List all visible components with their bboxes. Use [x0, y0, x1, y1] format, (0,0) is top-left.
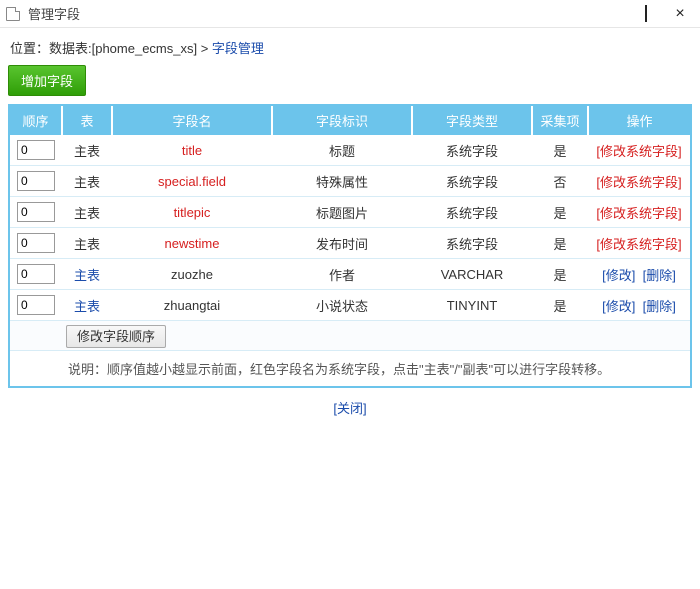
th-order: 顺序: [10, 106, 62, 135]
order-input[interactable]: [17, 295, 55, 315]
row-ops: [修改] [删除]: [588, 259, 690, 290]
add-field-button[interactable]: 增加字段: [8, 65, 86, 96]
order-input[interactable]: [17, 202, 55, 222]
th-name: 字段名: [112, 106, 272, 135]
table-row: 主表 titlepic 标题图片系统字段是 [修改系统字段]: [10, 197, 690, 228]
order-input[interactable]: [17, 233, 55, 253]
th-table: 表: [62, 106, 112, 135]
th-label: 字段标识: [272, 106, 412, 135]
row-collect: 是: [532, 259, 588, 290]
row-field-label: 作者: [272, 259, 412, 290]
row-field-name: special.field: [158, 174, 226, 189]
row-collect: 是: [532, 290, 588, 321]
breadcrumb-current[interactable]: 字段管理: [212, 41, 264, 56]
row-table-label: 主表: [74, 237, 100, 252]
delete-link[interactable]: [删除]: [643, 268, 676, 283]
row-field-name: zhuangtai: [164, 298, 220, 313]
row-table-label[interactable]: 主表: [74, 268, 100, 283]
page-content: 位置：数据表:[phome_ecms_xs] > 字段管理 增加字段 顺序 表 …: [0, 28, 700, 431]
table-row: 主表 special.field 特殊属性系统字段否 [修改系统字段]: [10, 166, 690, 197]
row-table-label: 主表: [74, 175, 100, 190]
window-buttons: ×: [602, 6, 694, 21]
modify-system-field-link[interactable]: [修改系统字段]: [596, 175, 681, 190]
window-title: 管理字段: [28, 4, 602, 23]
row-collect: 否: [532, 166, 588, 197]
order-input[interactable]: [17, 140, 55, 160]
row-ops: [修改系统字段]: [588, 135, 690, 166]
modify-system-field-link[interactable]: [修改系统字段]: [596, 237, 681, 252]
row-field-name: titlepic: [174, 205, 211, 220]
order-input[interactable]: [17, 171, 55, 191]
maximize-icon[interactable]: [636, 6, 656, 21]
breadcrumb-prefix: 位置：数据表:[phome_ecms_xs] >: [10, 41, 212, 56]
table-row: 主表zuozhe作者VARCHAR是[修改] [删除]: [10, 259, 690, 290]
row-field-label: 发布时间: [272, 228, 412, 259]
row-field-label: 标题图片: [272, 197, 412, 228]
row-field-type: 系统字段: [412, 166, 532, 197]
row-ops: [修改系统字段]: [588, 197, 690, 228]
delete-link[interactable]: [删除]: [643, 299, 676, 314]
table-row: 主表 title 标题系统字段是 [修改系统字段]: [10, 135, 690, 166]
row-collect: 是: [532, 228, 588, 259]
row-field-type: 系统字段: [412, 197, 532, 228]
close-icon[interactable]: ×: [670, 7, 690, 21]
table-header-row: 顺序 表 字段名 字段标识 字段类型 采集项 操作: [10, 106, 690, 135]
row-collect: 是: [532, 135, 588, 166]
modify-system-field-link[interactable]: [修改系统字段]: [596, 144, 681, 159]
document-icon: [6, 7, 20, 21]
change-order-button[interactable]: 修改字段顺序: [66, 325, 166, 348]
row-field-label: 标题: [272, 135, 412, 166]
row-field-type: TINYINT: [412, 290, 532, 321]
row-ops: [修改] [删除]: [588, 290, 690, 321]
row-field-label: 特殊属性: [272, 166, 412, 197]
fields-table: 顺序 表 字段名 字段标识 字段类型 采集项 操作 主表title标题系统字段是…: [10, 106, 690, 386]
row-field-name: zuozhe: [171, 267, 213, 282]
table-note: 说明：顺序值越小越显示前面，红色字段名为系统字段，点击"主表"/"副表"可以进行…: [62, 351, 690, 387]
table-row: 主表 newstime 发布时间系统字段是 [修改系统字段]: [10, 228, 690, 259]
window-titlebar: 管理字段 ×: [0, 0, 700, 28]
row-field-type: VARCHAR: [412, 259, 532, 290]
page-close-wrap: [关闭]: [8, 388, 692, 421]
change-order-row: 修改字段顺序: [10, 321, 690, 351]
row-field-type: 系统字段: [412, 135, 532, 166]
row-collect: 是: [532, 197, 588, 228]
order-input[interactable]: [17, 264, 55, 284]
row-field-label: 小说状态: [272, 290, 412, 321]
modify-system-field-link[interactable]: [修改系统字段]: [596, 206, 681, 221]
row-field-type: 系统字段: [412, 228, 532, 259]
th-op: 操作: [588, 106, 690, 135]
row-table-label: 主表: [74, 206, 100, 221]
close-page-link[interactable]: [关闭]: [333, 401, 366, 416]
row-ops: [修改系统字段]: [588, 228, 690, 259]
table-note-row: 说明：顺序值越小越显示前面，红色字段名为系统字段，点击"主表"/"副表"可以进行…: [10, 351, 690, 387]
modify-link[interactable]: [修改]: [602, 299, 635, 314]
th-collect: 采集项: [532, 106, 588, 135]
row-ops: [修改系统字段]: [588, 166, 690, 197]
table-row: 主表zhuangtai小说状态TINYINT是[修改] [删除]: [10, 290, 690, 321]
fields-table-wrap: 顺序 表 字段名 字段标识 字段类型 采集项 操作 主表title标题系统字段是…: [8, 104, 692, 388]
row-table-label[interactable]: 主表: [74, 299, 100, 314]
row-field-name: newstime: [165, 236, 220, 251]
row-table-label: 主表: [74, 144, 100, 159]
th-type: 字段类型: [412, 106, 532, 135]
row-field-name: title: [182, 143, 202, 158]
breadcrumb: 位置：数据表:[phome_ecms_xs] > 字段管理: [8, 34, 692, 65]
modify-link[interactable]: [修改]: [602, 268, 635, 283]
